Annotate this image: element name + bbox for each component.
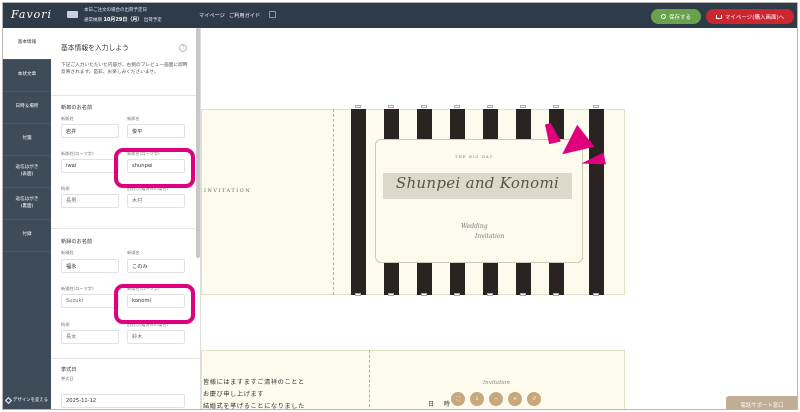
shipping-prefix: 通常納期 xyxy=(84,18,102,23)
groom-oldname-input[interactable] xyxy=(127,194,185,208)
fold-line xyxy=(333,109,334,295)
sidebar-item-fusen[interactable]: 付箋 xyxy=(3,124,51,156)
card-pin xyxy=(454,105,460,108)
mypage-link[interactable]: マイページ xyxy=(199,12,225,19)
app-window: Favori 本日ご注文の場合の出荷予定日 通常納期 10月29日（月） 出荷予… xyxy=(2,2,798,410)
card-pin xyxy=(593,293,599,296)
pen-icon xyxy=(4,396,13,404)
groom-order-input[interactable] xyxy=(61,194,119,208)
groom-last-roman-label: 新郎姓(ローマ字) xyxy=(61,151,94,156)
card-pin xyxy=(421,293,427,296)
card-pin xyxy=(355,105,361,108)
sidebar-item-reply-front[interactable]: 返信はがき (表面) xyxy=(3,156,51,188)
bride-order-label: 続柄 xyxy=(61,322,70,327)
groom-order-label: 続柄 xyxy=(61,186,70,191)
form-title: 基本情報を入力しよう xyxy=(61,44,129,52)
bride-last-name-input[interactable] xyxy=(61,259,119,273)
card-pin xyxy=(593,105,599,108)
inner-invitation-script: Invitation xyxy=(483,380,510,386)
highlight-groom-roman xyxy=(114,148,195,188)
save-icon xyxy=(660,14,666,19)
bride-last-name-label: 新婦姓 xyxy=(61,250,74,255)
script-wedding: Wedding xyxy=(461,223,488,230)
sidebar-item-appendix[interactable]: 付録 xyxy=(3,220,51,252)
mypage-purchase-button[interactable]: マイページ(購入画面)へ xyxy=(706,9,794,24)
change-design-button[interactable]: デザインを変える xyxy=(3,389,51,409)
groom-last-name-label: 新郎姓 xyxy=(61,116,74,121)
ceremony-date-input[interactable] xyxy=(61,394,185,408)
couple-names[interactable]: Shunpei and Konomi xyxy=(383,174,572,192)
sidebar-item-datetime-place[interactable]: 日時＆場所 xyxy=(3,92,51,124)
shipping-date-line: 通常納期 10月29日（月） 出荷予定 xyxy=(84,16,162,23)
script-invitation: Invitation xyxy=(475,233,505,240)
groom-last-name-input[interactable] xyxy=(61,124,119,138)
groom-section-title: 新郎のお名前 xyxy=(61,105,93,111)
form-panel: 基本情報を入力しよう ? 下記ご入力いただいた内容が、右側のプレビュー画面に即時… xyxy=(51,28,201,409)
inner-datetime-label: 日 時 xyxy=(428,401,454,408)
sidebar-item-reply-back[interactable]: 返信はがき (裏面) xyxy=(3,188,51,220)
card-pin xyxy=(388,105,394,108)
ceremony-date-label: 挙式日 xyxy=(61,376,74,381)
card-pin xyxy=(553,105,559,108)
body-line-2: お慶び申し上げます xyxy=(203,391,265,398)
divider xyxy=(51,358,200,359)
mypage-button-label: マイページ(購入画面)へ xyxy=(724,14,785,21)
card-pin xyxy=(487,105,493,108)
stripe xyxy=(351,109,366,295)
check-icon[interactable] xyxy=(269,11,276,18)
truck-icon xyxy=(67,11,78,18)
card-pin xyxy=(520,293,526,296)
download-icon[interactable]: ⇩ xyxy=(470,392,484,406)
stripe xyxy=(589,109,604,295)
big-day-label: THE BIG DAY xyxy=(455,155,494,159)
brand-logo[interactable]: Favori xyxy=(11,8,52,21)
bride-last-roman-input[interactable] xyxy=(61,294,119,308)
shipping-suffix: 出荷予定 xyxy=(143,18,162,23)
invitation-side-label: INVITATION xyxy=(204,188,252,194)
card-pin xyxy=(553,293,559,296)
cart-icon xyxy=(715,14,722,19)
form-scrollbar[interactable] xyxy=(196,28,200,258)
top-bar: Favori 本日ご注文の場合の出荷予定日 通常納期 10月29日（月） 出荷予… xyxy=(3,3,797,28)
card-pin xyxy=(388,293,394,296)
shipping-date: 10月29日（月） xyxy=(103,17,143,23)
phone-support-button[interactable]: 電話サポート窓口 xyxy=(726,396,797,409)
groom-first-name-label: 新郎名 xyxy=(127,116,140,121)
help-icon[interactable]: ? xyxy=(179,44,187,52)
card-pin xyxy=(454,293,460,296)
groom-first-name-input[interactable] xyxy=(127,124,185,138)
zoom-out-icon[interactable]: − xyxy=(489,392,503,406)
shipping-note: 本日ご注文の場合の出荷予定日 xyxy=(84,8,147,13)
fold-line xyxy=(369,350,370,409)
fullscreen-icon[interactable]: ⛶ xyxy=(451,392,465,406)
change-design-label: デザインを変える xyxy=(13,398,48,403)
bride-first-name-input[interactable] xyxy=(127,259,185,273)
sidebar-item-main-text[interactable]: 本状文章 xyxy=(3,60,51,92)
bride-order-input[interactable] xyxy=(61,330,119,344)
divider xyxy=(51,228,200,229)
bride-oldname-input[interactable] xyxy=(127,330,185,344)
form-description: 下記ご入力いただいた内容が、右側のプレビュー画面に即時反映されます。是非、お楽し… xyxy=(61,63,188,76)
zoom-in-icon[interactable]: + xyxy=(508,392,522,406)
divider xyxy=(51,95,200,96)
card-pin xyxy=(355,293,361,296)
sidebar: 基本情報 本状文章 日時＆場所 付箋 返信はがき (表面) 返信はがき (裏面)… xyxy=(3,28,51,409)
card-pin xyxy=(487,293,493,296)
bride-section-title: 新婦のお名前 xyxy=(61,239,93,245)
bride-first-name-label: 新婦名 xyxy=(127,250,140,255)
guide-link[interactable]: ご利用ガイド xyxy=(229,12,260,19)
sidebar-item-basic-info[interactable]: 基本情報 xyxy=(3,28,51,60)
body-line-3: 結婚式を挙げることになりました xyxy=(203,403,305,410)
reset-view-icon[interactable]: ↺ xyxy=(527,392,541,406)
bride-last-roman-label: 新婦姓(ローマ字) xyxy=(61,286,94,291)
highlight-bride-roman xyxy=(114,284,195,324)
save-button[interactable]: 保存する xyxy=(651,9,701,24)
body-line-1: 皆様にはますますご清祥のことと xyxy=(203,379,305,386)
card-pin xyxy=(520,105,526,108)
card-pin xyxy=(421,105,427,108)
groom-last-roman-input[interactable] xyxy=(61,159,119,173)
save-button-label: 保存する xyxy=(668,14,691,21)
ceremony-section-title: 挙式日 xyxy=(61,367,77,373)
